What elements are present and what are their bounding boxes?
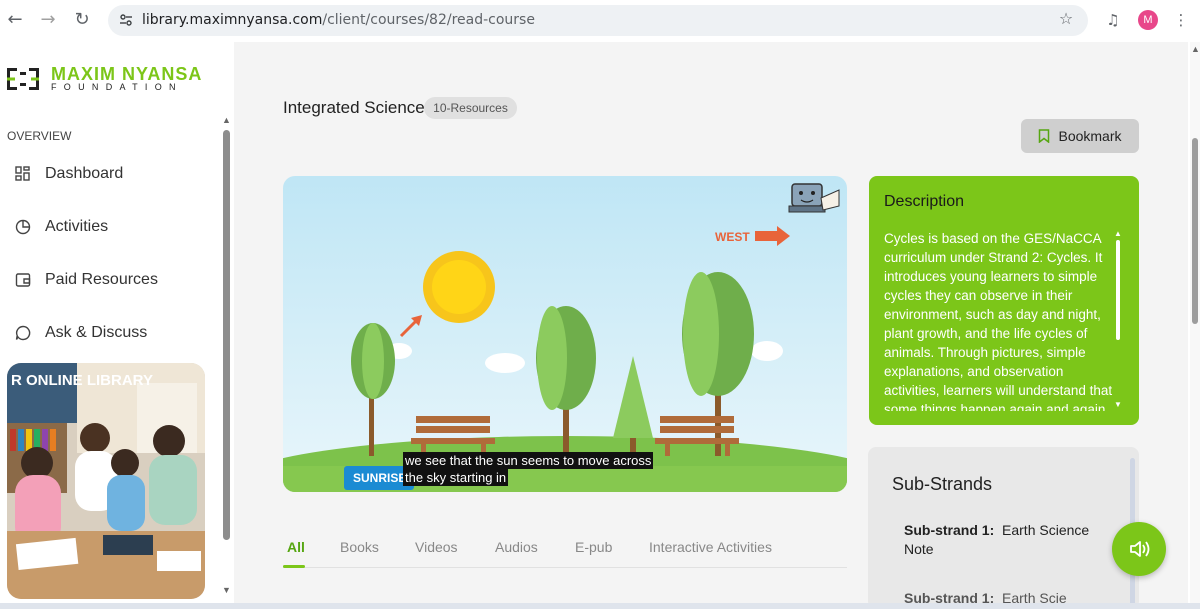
sidebar-item-dashboard[interactable]: Dashboard <box>14 161 123 187</box>
resources-count-badge: 10-Resources <box>424 97 517 119</box>
tab-audios[interactable]: Audios <box>495 539 538 555</box>
video-caption: we see that the sun seems to move across… <box>403 452 654 486</box>
wallet-icon <box>15 273 31 287</box>
sidebar-item-label: Ask & Discuss <box>45 324 148 341</box>
substrands-title: Sub-Strands <box>892 474 993 494</box>
promo-sign-text: R ONLINE LIBRARY <box>11 372 153 389</box>
reload-icon[interactable]: ↻ <box>71 9 93 31</box>
tab-videos[interactable]: Videos <box>415 539 458 555</box>
tab-epub[interactable]: E-pub <box>575 539 612 555</box>
bookmark-button[interactable]: Bookmark <box>1021 119 1139 153</box>
description-scrollbar[interactable] <box>1116 240 1120 340</box>
description-text: Cycles is based on the GES/NaCCA curricu… <box>884 231 1113 411</box>
forward-icon[interactable]: → <box>37 9 59 31</box>
sidebar-item-activities[interactable]: Activities <box>14 214 108 240</box>
sidebar-item-label: Paid Resources <box>45 271 158 288</box>
tab-interactive-activities[interactable]: Interactive Activities <box>649 539 772 555</box>
description-scroll-down-icon[interactable]: ▼ <box>1114 400 1122 409</box>
bookmark-icon <box>1039 129 1050 143</box>
back-icon[interactable]: ← <box>4 9 26 31</box>
page-scrollbar-track[interactable] <box>1190 42 1200 609</box>
course-title: Integrated Science <box>283 98 425 117</box>
chat-bubble-icon <box>15 325 31 341</box>
page-scroll-up-icon[interactable]: ▲ <box>1191 44 1200 54</box>
bookmark-label: Bookmark <box>1058 128 1122 144</box>
read-aloud-button[interactable] <box>1112 522 1166 576</box>
scroll-up-arrow-icon[interactable]: ▲ <box>222 115 231 125</box>
grid-icon <box>15 166 30 181</box>
url-text[interactable]: library.maximnyansa.com/client/courses/8… <box>142 12 535 28</box>
brand-logo-icon <box>7 68 39 90</box>
tab-all[interactable]: All <box>287 539 305 555</box>
west-label: WEST <box>715 230 750 244</box>
library-promo-image: R ONLINE LIBRARY <box>7 363 205 599</box>
active-tab-indicator <box>283 565 305 568</box>
description-scroll-up-icon[interactable]: ▲ <box>1114 229 1122 238</box>
page-scrollbar-thumb[interactable] <box>1192 138 1198 324</box>
profile-avatar[interactable]: M <box>1138 10 1158 30</box>
description-title: Description <box>884 193 965 210</box>
video-player[interactable]: WEST <box>283 176 847 492</box>
section-label: OVERVIEW <box>7 129 72 143</box>
scroll-down-arrow-icon[interactable]: ▼ <box>222 585 231 595</box>
os-taskbar <box>0 603 1200 609</box>
substrand-item[interactable]: Sub-strand 1: Earth Science Note <box>904 521 1104 559</box>
speaker-icon <box>1130 541 1150 557</box>
sidebar-scrollbar[interactable] <box>223 130 230 540</box>
sidebar-item-label: Dashboard <box>45 165 124 182</box>
sun-illustration <box>423 251 495 323</box>
resource-tabs: All Books Videos Audios E-pub Interactiv… <box>283 538 847 568</box>
browser-toolbar: ← → ↻ library.maximnyansa.com/client/cou… <box>0 0 1200 42</box>
sidebar-item-label: Activities <box>45 218 109 235</box>
browser-menu-icon[interactable]: ⋮ <box>1170 9 1192 31</box>
brand-subtitle: FOUNDATION <box>51 82 183 92</box>
site-info-icon[interactable] <box>116 10 136 30</box>
bookmark-star-icon[interactable]: ☆ <box>1056 9 1076 29</box>
sidebar-item-paid-resources[interactable]: Paid Resources <box>14 267 158 293</box>
media-controls-icon[interactable]: ♫ <box>1102 9 1124 31</box>
sidebar-item-ask-discuss[interactable]: Ask & Discuss <box>14 320 147 346</box>
pie-chart-icon <box>15 219 31 235</box>
tab-books[interactable]: Books <box>340 539 379 555</box>
